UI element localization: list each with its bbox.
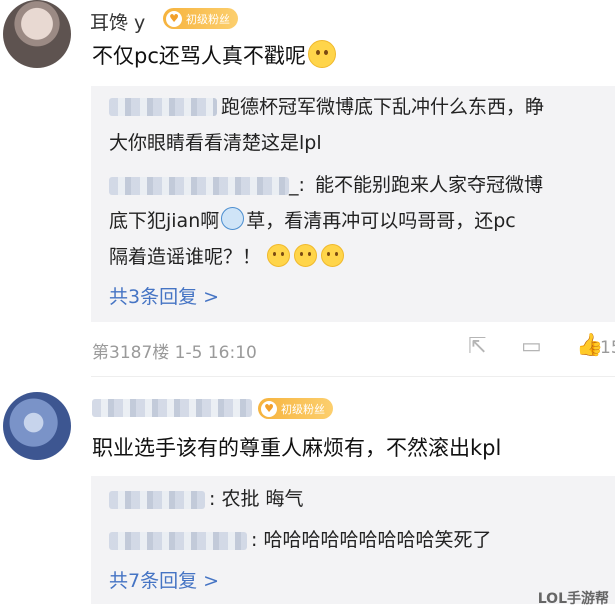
fan-badge: ♥ 初级粉丝 <box>258 398 333 419</box>
reply-line: : 哈哈哈哈哈哈哈哈哈笑死了 <box>251 529 492 551</box>
blurred-username[interactable] <box>109 532 247 550</box>
sticker-icon <box>221 207 245 230</box>
emoji-icon <box>267 244 291 267</box>
fan-badge-label: 初级粉丝 <box>281 402 325 416</box>
emoji-icon <box>307 40 336 68</box>
reply-line: 隔着造谣谁呢？！ <box>109 240 348 274</box>
divider <box>91 376 615 377</box>
share-icon[interactable]: ⇱ <box>468 334 486 359</box>
reply-sep: _: <box>289 174 305 196</box>
blurred-username[interactable] <box>109 177 289 195</box>
fan-badge-label: 初级粉丝 <box>186 12 230 26</box>
fan-badge-icon: ♥ <box>261 400 277 417</box>
watermark: LOL手游帮 <box>537 591 609 607</box>
emoji-icon <box>294 244 318 267</box>
reply-line: 跑德杯冠军微博底下乱冲什么东西，睁 <box>221 96 545 118</box>
reply-text: 草，看清再冲可以吗哥哥，还pc <box>246 210 516 232</box>
more-replies-link[interactable]: 共7条回复 > <box>109 566 219 593</box>
more-replies-link[interactable]: 共3条回复 > <box>109 282 219 309</box>
reply-box: : 农批 晦气 : 哈哈哈哈哈哈哈哈哈笑死了 共7条回复 > <box>91 476 615 604</box>
reply-line: 底下犯jian啊 草，看清再冲可以吗哥哥，还pc <box>109 204 516 238</box>
blurred-username[interactable] <box>109 491 205 509</box>
reply-line: 大你眼睛看看清楚这是lpl <box>109 132 322 154</box>
fan-badge-icon: ♥ <box>166 10 182 27</box>
comment-meta: 第3187楼 1-5 16:10 <box>92 338 257 363</box>
reply-box: 跑德杯冠军微博底下乱冲什么东西，睁 大你眼睛看看清楚这是lpl _: 能不能别跑… <box>91 86 615 322</box>
floor-number: 第3187楼 <box>92 343 170 363</box>
blurred-username[interactable] <box>109 98 217 116</box>
reply-line: 能不能别跑来人家夺冠微博 <box>315 174 544 196</box>
reply-text: 底下犯jian啊 <box>109 210 220 232</box>
reply-text: 隔着造谣谁呢？！ <box>109 246 262 268</box>
blurred-username[interactable] <box>92 399 252 417</box>
comment-body: 不仅pc还骂人真不戳呢 <box>92 44 306 68</box>
username[interactable]: 耳馋 y <box>90 8 145 35</box>
avatar[interactable] <box>3 0 71 68</box>
avatar[interactable] <box>3 392 71 460</box>
comment-text: 不仅pc还骂人真不戳呢 <box>92 40 336 70</box>
emoji-icon <box>321 244 345 267</box>
fan-badge: ♥ 初级粉丝 <box>163 8 238 29</box>
timestamp: 1-5 16:10 <box>174 343 257 363</box>
comment-text: 职业选手该有的尊重人麻烦有，不然滚出kpl <box>92 436 502 460</box>
like-count: 15 <box>600 338 615 358</box>
reply-line: : 农批 晦气 <box>209 488 304 510</box>
comment-icon[interactable]: ▭ <box>521 334 542 359</box>
